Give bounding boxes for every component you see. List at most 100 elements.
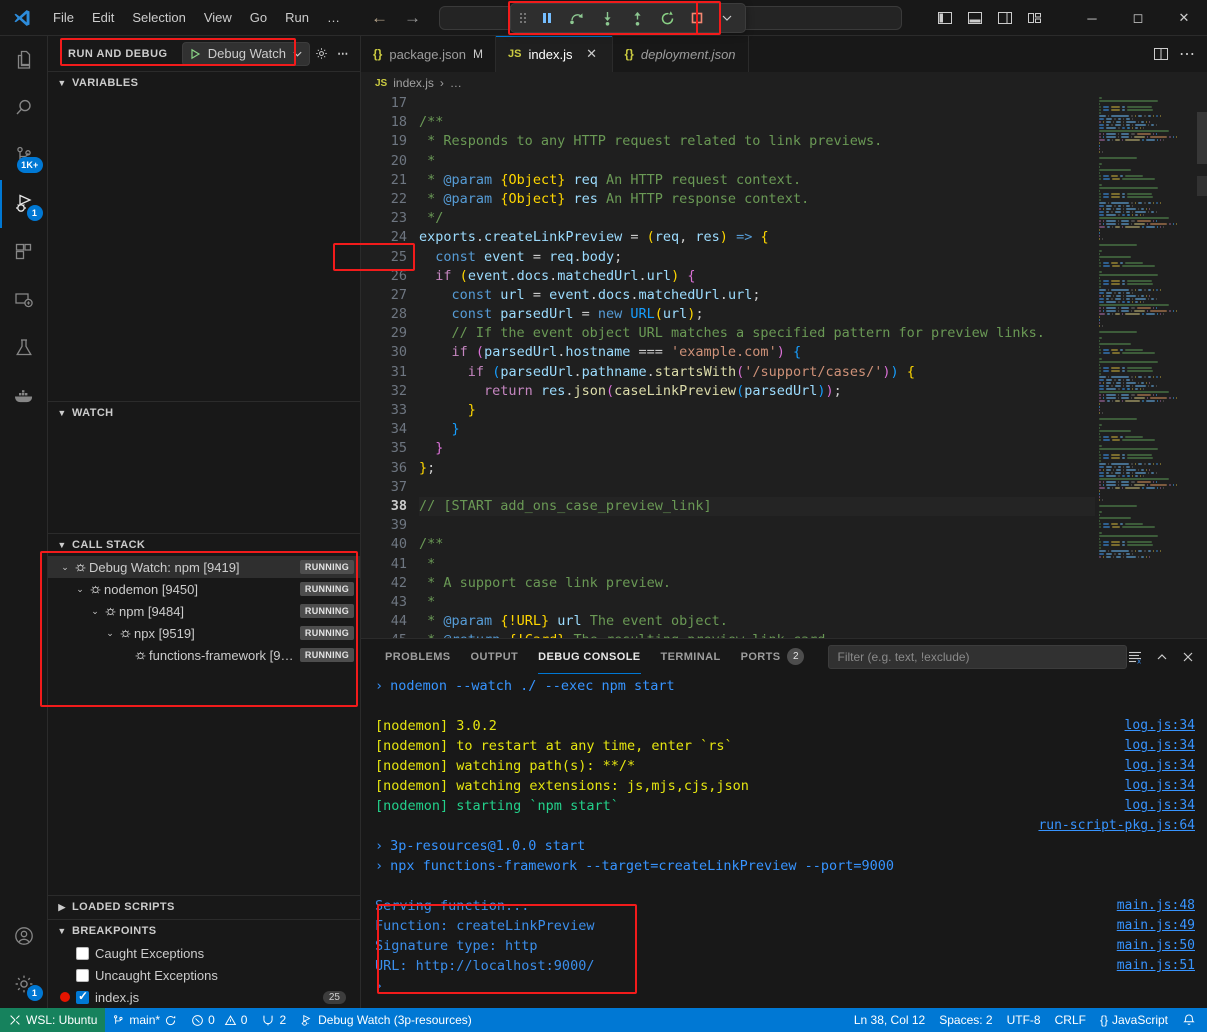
chevron-down-icon[interactable]	[292, 48, 303, 59]
gear-icon[interactable]	[310, 43, 332, 65]
call-stack-row[interactable]: ⌄ nodemon [9450] RUNNING	[48, 578, 360, 600]
line-number[interactable]: 35	[361, 439, 407, 458]
close-panel-icon[interactable]	[1181, 650, 1195, 664]
menu-selection[interactable]: Selection	[123, 7, 194, 28]
line-number[interactable]: 41	[361, 555, 407, 574]
close-icon[interactable]: ✕	[1161, 0, 1207, 36]
split-editor-icon[interactable]	[1153, 46, 1169, 62]
line-number[interactable]: 31	[361, 363, 407, 382]
line-number[interactable]: 45	[361, 631, 407, 638]
chevron-down-icon[interactable]	[713, 6, 741, 30]
line-number[interactable]: 37	[361, 478, 407, 497]
console-source-link[interactable]: log.js:34	[1125, 776, 1195, 796]
line-number[interactable]: 18	[361, 113, 407, 132]
tab-deployment-json[interactable]: {} deployment.json	[613, 36, 749, 72]
breakpoint-row[interactable]: Uncaught Exceptions	[48, 964, 360, 986]
code-line[interactable]: // If the event object URL matches a spe…	[419, 324, 1095, 343]
console-source-link[interactable]: main.js:50	[1117, 936, 1195, 956]
console-source-link[interactable]: main.js:49	[1117, 916, 1195, 936]
status-language-mode[interactable]: {} JavaScript	[1093, 1008, 1175, 1032]
menu-view[interactable]: View	[195, 7, 241, 28]
console-source-link[interactable]: run-script-pkg.js:64	[1038, 816, 1195, 836]
debug-toolbar[interactable]	[510, 3, 746, 33]
code-line[interactable]: }	[419, 439, 1095, 458]
console-input-prompt[interactable]: ›	[361, 976, 1207, 996]
status-eol[interactable]: CRLF	[1048, 1008, 1093, 1032]
line-number[interactable]: 22	[361, 190, 407, 209]
line-number[interactable]: 29	[361, 324, 407, 343]
menu-more[interactable]: …	[318, 7, 349, 28]
arrow-left-icon[interactable]: ←	[371, 9, 388, 26]
code-line[interactable]	[419, 94, 1095, 113]
code-line[interactable]: }	[419, 420, 1095, 439]
line-number[interactable]: 25	[361, 248, 407, 267]
breakpoint-row[interactable]: Caught Exceptions	[48, 942, 360, 964]
console-source-link[interactable]: log.js:34	[1125, 796, 1195, 816]
code-line[interactable]	[419, 516, 1095, 535]
code-line[interactable]: // [START add_ons_case_preview_link]	[419, 497, 1095, 516]
minimap-secondary-slider[interactable]	[1197, 176, 1207, 196]
status-branch[interactable]: main*	[105, 1008, 184, 1032]
code-line[interactable]: /**	[419, 535, 1095, 554]
code-line[interactable]: *	[419, 555, 1095, 574]
console-filter-input[interactable]: Filter (e.g. text, !exclude)	[828, 645, 1127, 669]
code-line[interactable]: }	[419, 401, 1095, 420]
toggle-panel-icon[interactable]	[967, 10, 983, 26]
step-out-button[interactable]	[623, 6, 651, 30]
minimap[interactable]	[1095, 94, 1207, 638]
code-line[interactable]: return res.json(caseLinkPreview(parsedUr…	[419, 382, 1095, 401]
status-indentation[interactable]: Spaces: 2	[932, 1008, 999, 1032]
twisty-icon[interactable]: ⌄	[88, 606, 102, 617]
code-line[interactable]: if (parsedUrl.hostname === 'example.com'…	[419, 343, 1095, 362]
breakpoint-checkbox[interactable]	[76, 969, 89, 982]
customize-layout-icon[interactable]	[1027, 10, 1045, 26]
twisty-icon[interactable]: ⌄	[103, 628, 117, 639]
tab-package-json[interactable]: {} package.json M	[361, 36, 496, 72]
code-line[interactable]: const parsedUrl = new URL(url);	[419, 305, 1095, 324]
code-line[interactable]: * @param {Object} res An HTTP response c…	[419, 190, 1095, 209]
status-debug-session[interactable]: Debug Watch (3p-resources)	[293, 1008, 479, 1032]
console-source-link[interactable]: log.js:34	[1125, 756, 1195, 776]
step-into-button[interactable]	[593, 6, 621, 30]
line-number[interactable]: 34	[361, 420, 407, 439]
twisty-icon[interactable]: ⌄	[73, 584, 87, 595]
menu-run[interactable]: Run	[276, 7, 318, 28]
call-stack-row[interactable]: ⌄ npx [9519] RUNNING	[48, 622, 360, 644]
stop-button[interactable]	[683, 6, 711, 30]
console-source-link[interactable]: main.js:51	[1117, 956, 1195, 976]
twisty-icon[interactable]: ⌄	[58, 562, 72, 573]
code-content[interactable]: /** * Responds to any HTTP request relat…	[419, 94, 1095, 638]
activitybar-item-remote-explorer[interactable]	[0, 276, 48, 324]
code-line[interactable]: * @param {Object} req An HTTP request co…	[419, 171, 1095, 190]
code-line[interactable]: const event = req.body;	[419, 248, 1095, 267]
line-number[interactable]: 19	[361, 132, 407, 151]
activitybar-item-docker[interactable]	[0, 372, 48, 420]
activitybar-item-manage[interactable]: 1	[0, 960, 48, 1008]
status-encoding[interactable]: UTF-8	[1000, 1008, 1048, 1032]
sync-icon[interactable]	[164, 1014, 177, 1027]
code-line[interactable]: *	[419, 152, 1095, 171]
status-ports[interactable]: 2	[254, 1008, 293, 1032]
line-number[interactable]: 24	[361, 228, 407, 247]
toggle-secondary-sidebar-icon[interactable]	[997, 10, 1013, 26]
line-number[interactable]: 26	[361, 267, 407, 286]
line-number[interactable]: 23	[361, 209, 407, 228]
line-number[interactable]: 27	[361, 286, 407, 305]
code-line[interactable]: exports.createLinkPreview = (req, res) =…	[419, 228, 1095, 247]
debug-console-output[interactable]: ›nodemon --watch ./ --exec npm start[nod…	[361, 674, 1207, 1008]
line-number[interactable]: 39	[361, 516, 407, 535]
maximize-icon[interactable]: ◻	[1115, 0, 1161, 36]
line-number[interactable]: 40	[361, 535, 407, 554]
call-stack-row[interactable]: ⌄ npm [9484] RUNNING	[48, 600, 360, 622]
status-cursor-position[interactable]: Ln 38, Col 12	[847, 1008, 932, 1032]
pane-variables-header[interactable]: ▼ VARIABLES	[48, 72, 360, 94]
menu-file[interactable]: File	[44, 7, 83, 28]
breadcrumb-symbol[interactable]: …	[450, 76, 462, 90]
pane-call-stack-header[interactable]: ▼ CALL STACK	[48, 534, 360, 556]
tab-terminal[interactable]: TERMINAL	[651, 639, 731, 674]
call-stack-row[interactable]: functions-framework [954… RUNNING	[48, 644, 360, 666]
line-number[interactable]: 30	[361, 343, 407, 362]
status-problems[interactable]: 0 0	[184, 1008, 254, 1032]
status-remote-indicator[interactable]: WSL: Ubuntu	[0, 1008, 105, 1032]
code-line[interactable]: * @return {!Card} The resulting preview …	[419, 631, 1095, 638]
